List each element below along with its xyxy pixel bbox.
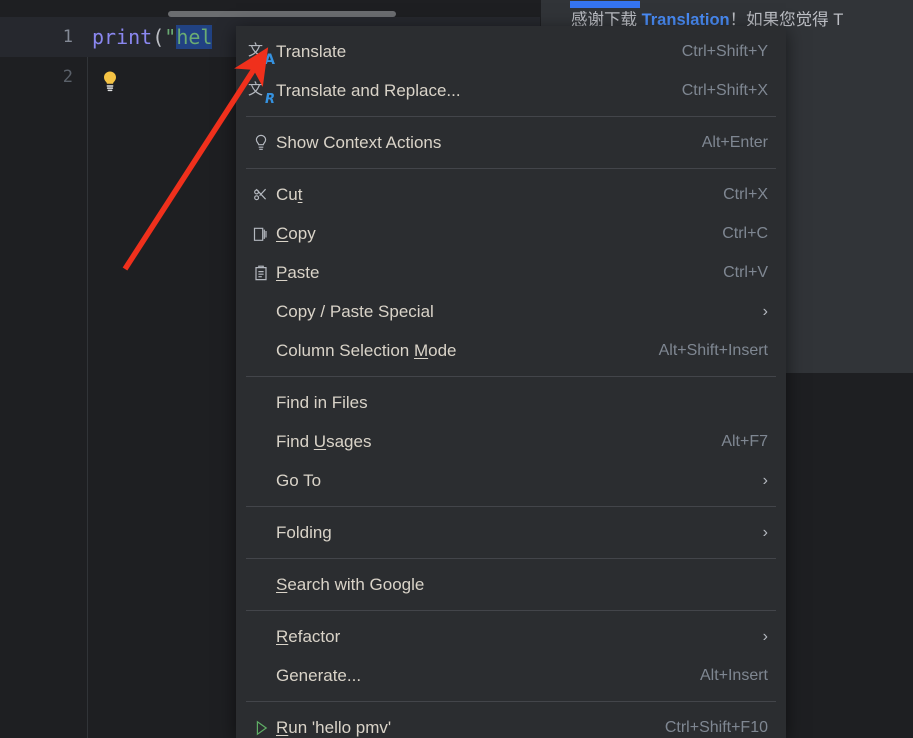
menu-item-label: Search with Google <box>276 574 425 594</box>
menu-item-label: Find in Files <box>276 392 368 412</box>
menu-item-label: Cut <box>276 184 303 204</box>
line-number-1: 1 <box>62 27 73 47</box>
chevron-right-icon: › <box>762 523 768 541</box>
menu-item-find-in-files[interactable]: Find in Files <box>236 383 786 422</box>
menu-item-paste[interactable]: Paste Ctrl+V <box>236 253 786 292</box>
menu-item-shortcut: Alt+Insert <box>699 666 768 684</box>
menu-item-label: Folding <box>276 522 332 542</box>
menu-item-translate[interactable]: 文 A Translate Ctrl+Shift+Y <box>236 32 786 71</box>
editor-context-menu[interactable]: 文 A Translate Ctrl+Shift+Y 文 R Translate and R… <box>236 26 786 738</box>
menu-item-shortcut: Ctrl+Shift+Y <box>681 42 768 60</box>
menu-separator <box>246 116 776 117</box>
menu-item-generate[interactable]: Generate... Alt+Insert <box>236 656 786 695</box>
code-token-quote: " <box>164 25 177 49</box>
lightbulb-icon[interactable] <box>100 70 120 92</box>
menu-item-go-to[interactable]: Go To › <box>236 461 786 500</box>
menu-item-translate-and-replace[interactable]: 文 R Translate and Replace... Ctrl+Shift+X <box>236 71 786 110</box>
lightbulb-icon <box>246 133 276 153</box>
line-number-2: 2 <box>62 67 73 87</box>
translate-replace-icon: 文R <box>248 79 275 107</box>
menu-item-label: Show Context Actions <box>276 132 442 152</box>
menu-item-cut[interactable]: Cut Ctrl+X <box>236 175 786 214</box>
code-token-selected-text: hel <box>176 25 213 49</box>
menu-item-label: Copy <box>276 223 316 243</box>
chevron-right-icon: › <box>762 627 768 645</box>
menu-item-label: Paste <box>276 262 320 282</box>
menu-item-shortcut: Ctrl+V <box>723 263 768 281</box>
menu-item-copy-paste-special[interactable]: Copy / Paste Special › <box>236 292 786 331</box>
run-icon <box>246 718 276 738</box>
menu-item-shortcut: Alt+Enter <box>701 133 768 151</box>
menu-item-label: Translate and Replace... <box>276 80 461 100</box>
menu-separator <box>246 376 776 377</box>
menu-separator <box>246 558 776 559</box>
menu-separator <box>246 701 776 702</box>
menu-item-shortcut: Ctrl+X <box>723 185 768 203</box>
menu-item-label: Find Usages <box>276 431 372 451</box>
code-token-function: print <box>92 25 153 49</box>
menu-item-refactor[interactable]: Refactor › <box>236 617 786 656</box>
editor-gutter[interactable] <box>0 17 88 738</box>
menu-item-label: Copy / Paste Special <box>276 301 434 321</box>
menu-item-find-usages[interactable]: Find Usages Alt+F7 <box>236 422 786 461</box>
menu-item-shortcut: Ctrl+C <box>722 224 768 242</box>
chevron-right-icon: › <box>762 302 768 320</box>
menu-item-shortcut: Alt+F7 <box>721 432 768 450</box>
menu-item-label: Run 'hello pmv' <box>276 717 392 737</box>
menu-item-run-hello-pmv[interactable]: Run 'hello pmv' Ctrl+Shift+F10 <box>236 708 786 738</box>
menu-separator <box>246 168 776 169</box>
chevron-right-icon: › <box>762 471 768 489</box>
code-token-paren: ( <box>152 25 165 49</box>
translate-icon: 文A <box>248 40 275 68</box>
editor-top-bar <box>0 0 540 17</box>
menu-separator <box>246 610 776 611</box>
menu-item-shortcut: Ctrl+Shift+F10 <box>664 718 768 736</box>
menu-item-search-with-google[interactable]: Search with Google <box>236 565 786 604</box>
screen-root: 1 print("hel 2 感谢下载 Translation！如果您觉得 T … <box>0 0 913 738</box>
copy-icon <box>246 224 276 244</box>
menu-item-shortcut: Ctrl+Shift+X <box>681 81 768 99</box>
menu-item-column-selection-mode[interactable]: Column Selection Mode Alt+Shift+Insert <box>236 331 786 370</box>
menu-separator <box>246 506 776 507</box>
scissors-icon <box>246 185 276 205</box>
menu-item-folding[interactable]: Folding › <box>236 513 786 552</box>
menu-item-show-context-actions[interactable]: Show Context Actions Alt+Enter <box>236 123 786 162</box>
menu-item-label: Column Selection Mode <box>276 340 457 360</box>
code-line-1[interactable]: print("hel <box>88 17 213 57</box>
menu-item-label: Go To <box>276 470 322 490</box>
menu-item-shortcut: Alt+Shift+Insert <box>658 341 768 359</box>
menu-item-label: Translate <box>276 41 347 61</box>
paste-icon <box>246 263 276 283</box>
menu-item-label: Refactor <box>276 626 341 646</box>
menu-item-copy[interactable]: Copy Ctrl+C <box>236 214 786 253</box>
menu-item-label: Generate... <box>276 665 362 685</box>
